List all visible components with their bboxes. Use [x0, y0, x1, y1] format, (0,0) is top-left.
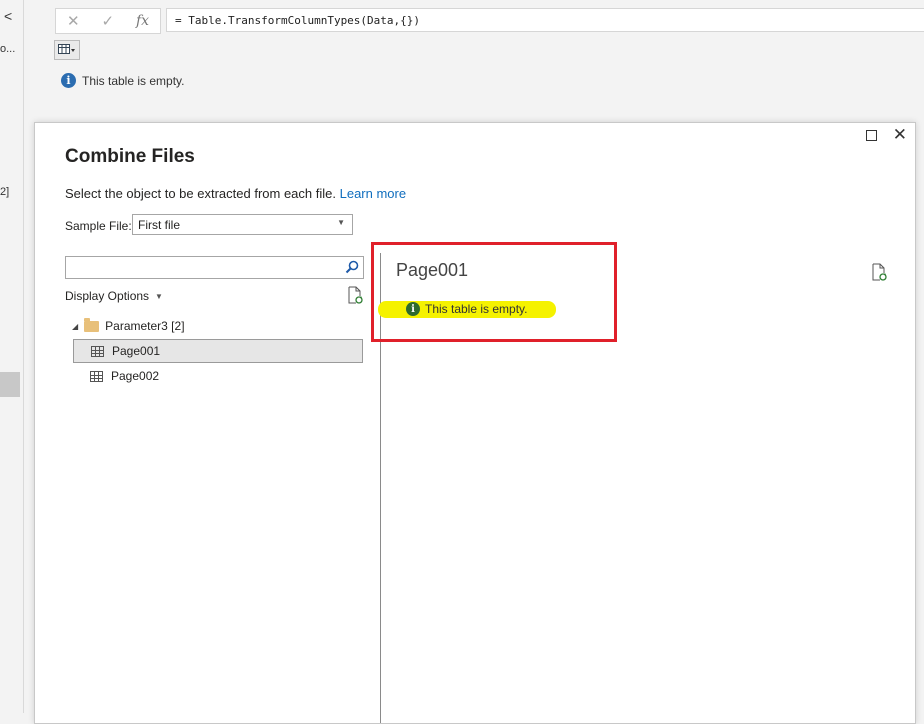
search-input[interactable]	[65, 256, 364, 279]
collapse-chevron-icon[interactable]: <	[4, 8, 12, 24]
close-icon[interactable]: ✕	[893, 125, 907, 145]
learn-more-link[interactable]: Learn more	[340, 186, 406, 201]
sample-file-value: First file	[138, 218, 180, 232]
sample-file-dropdown[interactable]: First file ▼	[132, 214, 353, 235]
sample-file-label: Sample File:	[65, 219, 132, 233]
tree-item-label: Page002	[111, 369, 160, 383]
truncated-count: 2]	[0, 186, 10, 198]
chevron-down-icon: ▼	[155, 291, 163, 301]
formula-bar[interactable]: = Table.TransformColumnTypes(Data,{})	[166, 8, 924, 32]
chevron-down-icon: ▼	[337, 218, 345, 227]
table-icon	[91, 345, 104, 357]
tree-item-page002[interactable]: Page002	[73, 364, 363, 388]
table-menu-button[interactable]	[54, 40, 80, 60]
formula-buttons: ✕ ✓ fx	[55, 8, 161, 34]
tree-item-label: Page001	[112, 344, 161, 358]
folder-label: Parameter3 [2]	[105, 319, 185, 333]
expand-triangle-icon[interactable]: ◢	[72, 322, 78, 331]
empty-table-notice: i This table is empty.	[61, 73, 184, 88]
folder-icon	[84, 317, 100, 332]
display-options-menu[interactable]: Display Options ▼	[65, 289, 163, 303]
tree-item-page001[interactable]: Page001	[73, 339, 363, 363]
truncated-query-name[interactable]: o...	[0, 43, 15, 55]
dialog-subtitle: Select the object to be extracted from e…	[65, 186, 406, 201]
table-icon	[90, 370, 103, 382]
selected-query-marker[interactable]	[0, 372, 20, 397]
maximize-icon[interactable]	[866, 130, 877, 141]
fx-icon[interactable]: fx	[136, 13, 149, 29]
dialog-title: Combine Files	[65, 146, 195, 167]
combine-files-dialog: ✕ Combine Files Select the object to be …	[34, 122, 916, 724]
close-icon[interactable]: ✕	[67, 12, 80, 30]
subtitle-text: Select the object to be extracted from e…	[65, 186, 336, 201]
refresh-preview-icon[interactable]	[871, 263, 887, 281]
tree-folder-parameter3[interactable]: ◢ Parameter3 [2]	[72, 317, 185, 333]
search-icon[interactable]	[345, 260, 359, 274]
annotation-box	[371, 242, 617, 342]
info-icon: i	[61, 73, 76, 88]
empty-table-text: This table is empty.	[82, 73, 185, 88]
table-icon	[58, 44, 75, 54]
refresh-icon[interactable]	[347, 286, 363, 304]
check-icon[interactable]: ✓	[101, 12, 114, 30]
left-pane-strip: < o... 2]	[0, 0, 24, 713]
display-options-label: Display Options	[65, 289, 150, 303]
